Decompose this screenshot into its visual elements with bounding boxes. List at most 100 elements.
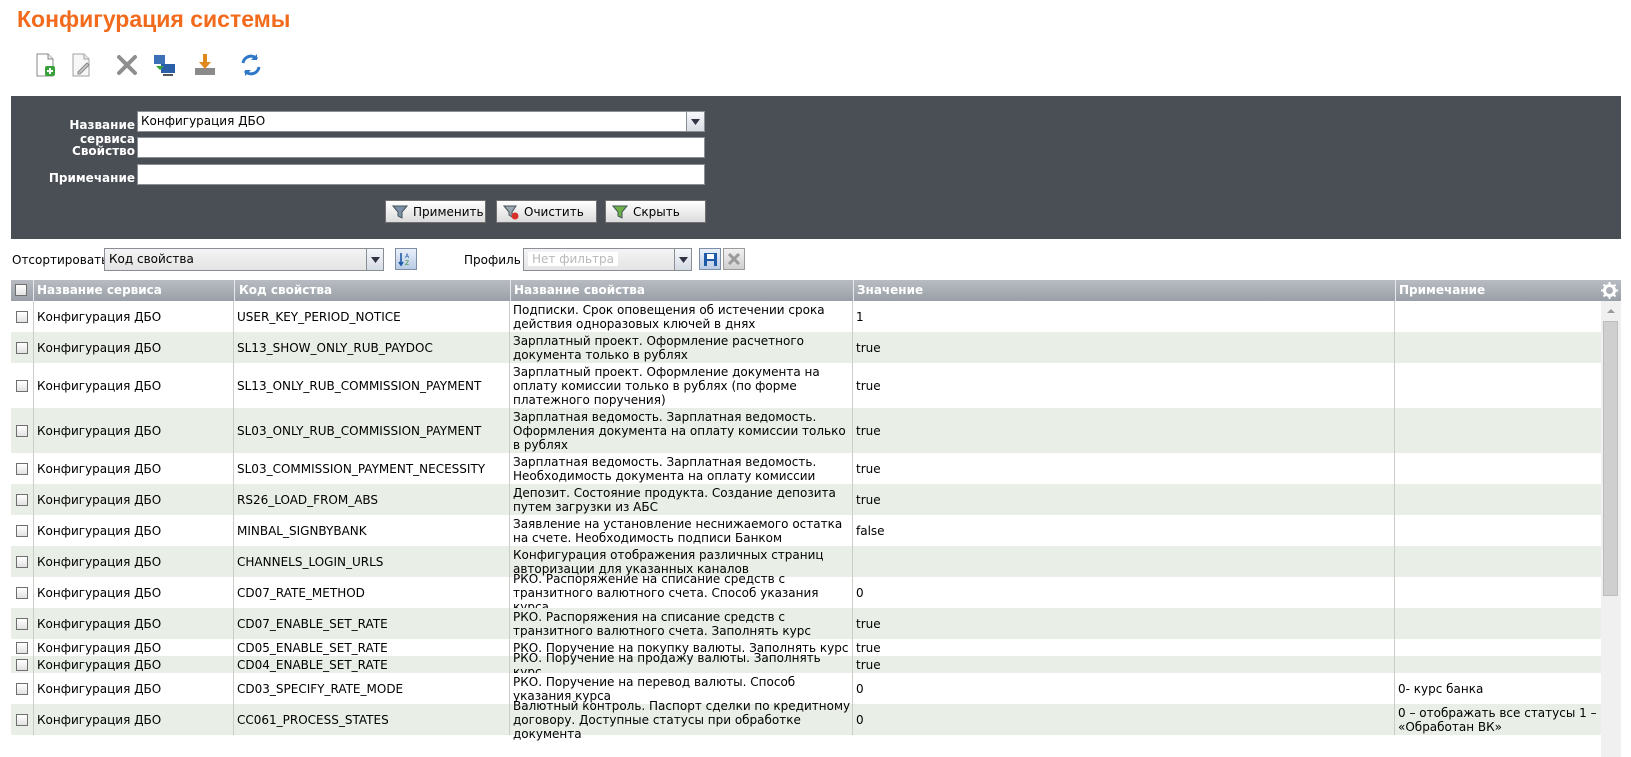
table-row[interactable]: Конфигурация ДБО USER_KEY_PERIOD_NOTICE По…	[11, 301, 1601, 332]
note-input[interactable]	[137, 164, 705, 185]
table-cell-value: false	[853, 515, 1395, 546]
cell-value: true	[856, 657, 881, 672]
service-select[interactable]: Конфигурация ДБО	[137, 111, 705, 132]
table-row[interactable]: Конфигурация ДБО RS26_LOAD_FROM_ABS Депози…	[11, 484, 1601, 515]
row-checkbox[interactable]	[16, 341, 28, 354]
cell-code: SL13_SHOW_ONLY_RUB_PAYDOC	[237, 340, 433, 355]
table-cell-note	[1395, 332, 1601, 363]
row-select-cell	[11, 363, 34, 408]
cell-name: Зарплатный проект. Оформление расчетного…	[513, 333, 804, 362]
table-cell-note: 0 – отображать все статусы 1 – «Обработа…	[1395, 704, 1601, 735]
sort-label: Отсортировать	[12, 253, 109, 267]
table-cell-service: Конфигурация ДБО	[34, 363, 234, 408]
cell-service: Конфигурация ДБО	[37, 616, 162, 631]
row-select-cell	[11, 673, 34, 704]
header-service[interactable]: Название сервиса	[37, 283, 162, 297]
row-checkbox[interactable]	[16, 424, 28, 437]
row-checkbox[interactable]	[16, 493, 28, 506]
cell-value: true	[856, 616, 881, 631]
row-checkbox[interactable]	[16, 682, 28, 695]
delete-profile-button[interactable]	[723, 248, 745, 270]
cell-note: 0 – отображать все статусы 1 – «Обработа…	[1398, 705, 1597, 734]
table-cell-value: true	[853, 408, 1395, 453]
vertical-scrollbar[interactable]	[1601, 301, 1621, 757]
row-select-cell	[11, 639, 34, 656]
export-to-computer-icon[interactable]	[150, 50, 180, 80]
cell-value: 1	[856, 309, 864, 324]
scroll-up-icon[interactable]	[1601, 305, 1621, 317]
new-document-icon[interactable]	[30, 50, 60, 80]
table-cell-code: SL13_SHOW_ONLY_RUB_PAYDOC	[234, 332, 510, 363]
table-cell-name: РКО. Распоряжение на списание средств с …	[510, 572, 853, 614]
table-cell-service: Конфигурация ДБО	[34, 639, 234, 656]
header-code[interactable]: Код свойства	[239, 283, 332, 297]
table-row[interactable]: Конфигурация ДБО SL13_SHOW_ONLY_RUB_PAYDO…	[11, 332, 1601, 363]
select-all-checkbox[interactable]	[15, 284, 27, 299]
clear-button[interactable]: Очистить	[496, 200, 597, 223]
row-checkbox[interactable]	[16, 524, 28, 537]
hide-button[interactable]: Скрыть	[605, 200, 706, 223]
filter-clear-icon	[503, 205, 519, 219]
table-cell-name: РКО. Распоряжения на списание средств с …	[510, 608, 853, 639]
svg-text:Z: Z	[405, 260, 409, 267]
table-row[interactable]: Конфигурация ДБО SL13_ONLY_RUB_COMMISSION…	[11, 363, 1601, 408]
svg-text:A: A	[405, 253, 410, 260]
row-checkbox[interactable]	[16, 641, 28, 654]
cell-code: CHANNELS_LOGIN_URLS	[237, 554, 384, 569]
cell-service: Конфигурация ДБО	[37, 640, 162, 655]
scroll-thumb[interactable]	[1603, 321, 1618, 596]
row-checkbox[interactable]	[16, 658, 28, 671]
cell-code: CD05_ENABLE_SET_RATE	[237, 640, 388, 655]
refresh-icon[interactable]	[236, 50, 266, 80]
table-cell-code: CD07_ENABLE_SET_RATE	[234, 608, 510, 639]
cell-value: true	[856, 640, 881, 655]
profile-select[interactable]: Нет фильтра	[523, 248, 692, 271]
row-checkbox[interactable]	[16, 617, 28, 630]
chevron-down-icon[interactable]	[674, 249, 691, 270]
note-label: Примечание	[48, 171, 135, 185]
row-checkbox[interactable]	[16, 379, 28, 392]
table-cell-value: true	[853, 608, 1395, 639]
apply-button[interactable]: Применить	[385, 200, 486, 223]
table-cell-service: Конфигурация ДБО	[34, 301, 234, 332]
chevron-down-icon[interactable]	[686, 112, 704, 131]
import-download-icon[interactable]	[190, 50, 220, 80]
table-row[interactable]: Конфигурация ДБО SL03_COMMISSION_PAYMENT_…	[11, 453, 1601, 484]
cell-code: USER_KEY_PERIOD_NOTICE	[237, 309, 401, 324]
header-value[interactable]: Значение	[857, 283, 923, 297]
table-cell-note	[1395, 546, 1601, 577]
row-checkbox[interactable]	[16, 713, 28, 726]
gear-icon[interactable]	[1601, 282, 1618, 302]
table-row[interactable]: Конфигурация ДБО MINBAL_SIGNBYBANK Заявлен…	[11, 515, 1601, 546]
cell-service: Конфигурация ДБО	[37, 309, 162, 324]
cell-name: Зарплатная ведомость. Зарплатная ведомос…	[513, 409, 846, 452]
save-profile-button[interactable]	[699, 248, 721, 270]
sort-select[interactable]: Код свойства	[104, 248, 384, 271]
table-row[interactable]: Конфигурация ДБО SL03_ONLY_RUB_COMMISSION…	[11, 408, 1601, 453]
filter-panel: Название сервиса Конфигурация ДБО Свойст…	[11, 96, 1621, 239]
table-row[interactable]: Конфигурация ДБО CC061_PROCESS_STATES Валю…	[11, 699, 1601, 741]
header-name[interactable]: Название свойства	[514, 283, 645, 297]
table-cell-note	[1395, 453, 1601, 484]
property-input[interactable]	[137, 137, 705, 158]
chevron-down-icon[interactable]	[366, 249, 383, 270]
cell-service: Конфигурация ДБО	[37, 340, 162, 355]
table-row[interactable]: Конфигурация ДБО CD04_ENABLE_SET_RATE РКО.…	[11, 651, 1601, 679]
row-checkbox[interactable]	[16, 555, 28, 568]
row-checkbox[interactable]	[16, 310, 28, 323]
filter-hide-icon	[612, 205, 628, 219]
sort-order-button[interactable]: AZ	[395, 248, 417, 270]
row-checkbox[interactable]	[16, 586, 28, 599]
hide-label: Скрыть	[633, 204, 680, 219]
profile-placeholder: Нет фильтра	[528, 252, 618, 266]
table-cell-code: RS26_LOAD_FROM_ABS	[234, 484, 510, 515]
row-checkbox[interactable]	[16, 462, 28, 475]
delete-icon[interactable]	[112, 50, 142, 80]
edit-document-icon[interactable]	[66, 50, 96, 80]
table-cell-code: CC061_PROCESS_STATES	[234, 704, 510, 735]
header-note[interactable]: Примечание	[1399, 283, 1485, 297]
table-row[interactable]: Конфигурация ДБО CD07_ENABLE_SET_RATE РКО.…	[11, 608, 1601, 639]
table-cell-service: Конфигурация ДБО	[34, 608, 234, 639]
table-row[interactable]: Конфигурация ДБО CD07_RATE_METHOD РКО. Рас…	[11, 572, 1601, 614]
table-cell-service: Конфигурация ДБО	[34, 577, 234, 608]
